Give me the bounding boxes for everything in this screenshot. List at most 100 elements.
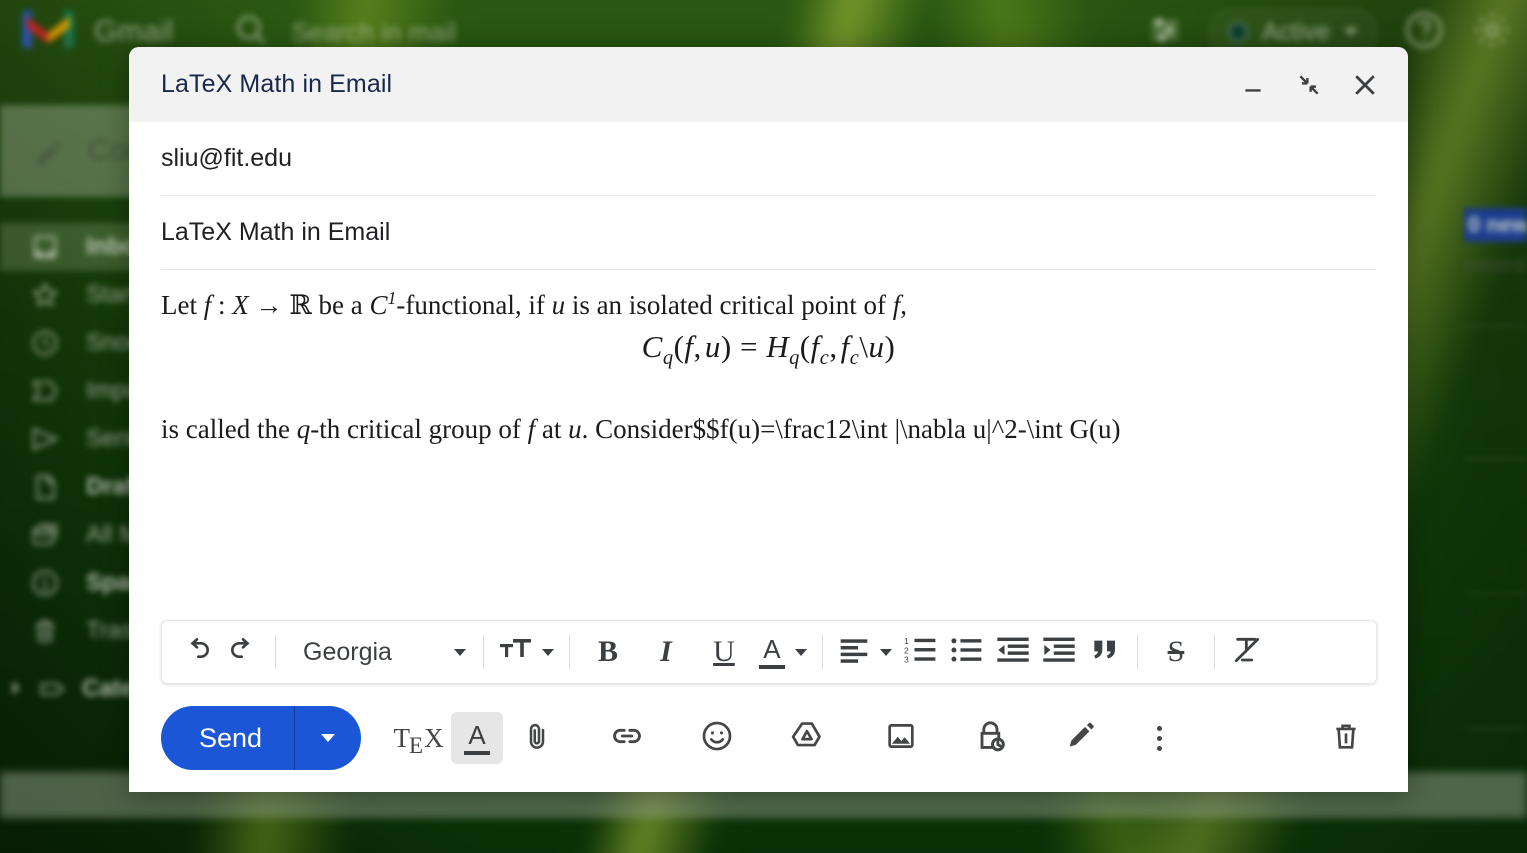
compose-tool-icons: TEX A bbox=[387, 712, 1189, 764]
strikethrough-button[interactable]: S bbox=[1147, 629, 1205, 675]
eq-f1: f bbox=[684, 328, 694, 364]
body-paragraph-1: Let f : X → ℝ be a C1-functional, if u i… bbox=[161, 288, 1376, 323]
mail-row-snippet-dots: . bbox=[1466, 486, 1476, 516]
font-family-selector[interactable]: Georgia bbox=[285, 638, 474, 667]
text-comma: , bbox=[900, 290, 907, 320]
toolbar-divider bbox=[1213, 635, 1215, 669]
text-color-button[interactable]: A bbox=[753, 629, 813, 675]
insert-emoji-button[interactable] bbox=[691, 712, 743, 764]
unread-count-badge: 0 new bbox=[1464, 208, 1527, 242]
insert-photo-button[interactable] bbox=[875, 712, 927, 764]
font-size-icon bbox=[499, 635, 533, 670]
underline-label: U bbox=[713, 635, 735, 668]
bold-button[interactable]: B bbox=[579, 629, 637, 675]
insert-drive-file-button[interactable] bbox=[781, 712, 833, 764]
svg-text:3: 3 bbox=[904, 654, 909, 664]
formatting-options-button[interactable]: A bbox=[451, 712, 504, 764]
text-functional: -functional, if bbox=[396, 290, 545, 320]
block-quote-button[interactable] bbox=[1082, 629, 1128, 675]
compose-window-title: LaTeX Math in Email bbox=[161, 70, 393, 98]
exit-full-screen-button[interactable] bbox=[1288, 64, 1330, 106]
text-qth-group: -th critical group of bbox=[310, 414, 521, 445]
label-important-icon bbox=[30, 376, 60, 406]
mail-row-divider bbox=[1464, 458, 1527, 459]
increase-indent-button[interactable] bbox=[1036, 629, 1082, 675]
draft-file-icon bbox=[30, 472, 60, 502]
subject-field[interactable]: LaTeX Math in Email bbox=[161, 196, 1376, 270]
eq-u1: u bbox=[704, 328, 721, 364]
toolbar-divider bbox=[482, 635, 484, 669]
status-indicator-dot bbox=[1227, 22, 1248, 42]
eq-open-paren: ( bbox=[673, 328, 685, 364]
search-placeholder-text: Search in mail bbox=[291, 16, 457, 47]
chevron-right-icon[interactable] bbox=[8, 675, 24, 703]
paperclip-icon bbox=[521, 720, 553, 757]
eq-close-paren: ) bbox=[720, 328, 732, 364]
compose-window-controls bbox=[1232, 64, 1386, 106]
align-button[interactable] bbox=[832, 629, 898, 675]
math-f: f bbox=[203, 290, 212, 320]
minimize-button[interactable] bbox=[1232, 64, 1274, 106]
formatting-toolbar: Georgia B I U A 1 2 3 S bbox=[161, 620, 1377, 684]
discard-draft-button[interactable] bbox=[1320, 712, 1372, 764]
gmail-m-logo bbox=[22, 9, 74, 55]
star-icon bbox=[30, 280, 60, 310]
format-A-label: A bbox=[468, 719, 486, 750]
send-button[interactable]: Send bbox=[161, 723, 294, 754]
send-button-group[interactable]: Send bbox=[161, 706, 362, 770]
message-body-editor[interactable]: Let f : X → ℝ be a C1-functional, if u i… bbox=[161, 270, 1376, 620]
math-X: X bbox=[232, 290, 249, 320]
trash-icon bbox=[30, 616, 60, 646]
underline-button[interactable]: U bbox=[695, 629, 753, 675]
recipient-value: sliu@fit.edu bbox=[161, 144, 292, 172]
math-colon: : bbox=[218, 290, 226, 320]
text-be-a: be a bbox=[318, 290, 363, 320]
clock-icon bbox=[30, 328, 60, 358]
remove-formatting-icon bbox=[1230, 634, 1264, 671]
more-options-button[interactable] bbox=[1133, 712, 1185, 764]
latex-tex-button[interactable]: TEX bbox=[391, 712, 444, 764]
label-tag-icon bbox=[38, 674, 68, 704]
undo-button[interactable] bbox=[174, 629, 220, 675]
send-options-button[interactable] bbox=[295, 734, 361, 742]
toolbar-divider bbox=[275, 635, 276, 669]
numbered-list-button[interactable]: 1 2 3 bbox=[898, 629, 944, 675]
chevron-down-icon bbox=[541, 648, 554, 656]
insert-link-button[interactable] bbox=[601, 712, 653, 764]
attach-file-button[interactable] bbox=[511, 712, 563, 764]
inbox-icon bbox=[30, 232, 60, 262]
toolbar-divider bbox=[821, 635, 823, 669]
font-size-selector[interactable] bbox=[493, 629, 560, 675]
remove-formatting-button[interactable] bbox=[1224, 629, 1270, 675]
trash-discard-icon bbox=[1329, 719, 1363, 758]
chevron-down-icon bbox=[321, 734, 336, 742]
undo-arrow-icon bbox=[181, 634, 213, 671]
help-circle-icon[interactable] bbox=[1403, 9, 1445, 56]
formatting-options-A-icon: A bbox=[464, 719, 491, 755]
confidential-mode-button[interactable] bbox=[965, 712, 1017, 764]
insert-signature-button[interactable] bbox=[1055, 712, 1107, 764]
italic-label: I bbox=[660, 635, 672, 668]
align-left-icon bbox=[838, 635, 870, 670]
chevron-down-icon bbox=[1344, 28, 1358, 36]
gear-icon[interactable] bbox=[1471, 9, 1513, 56]
mail-row-divider bbox=[1464, 728, 1527, 729]
recipient-field[interactable]: sliu@fit.edu bbox=[161, 122, 1376, 196]
bulleted-list-button[interactable] bbox=[944, 629, 990, 675]
italic-button[interactable]: I bbox=[637, 629, 695, 675]
eq-comma2: , bbox=[829, 328, 838, 364]
math-u: u bbox=[551, 290, 566, 320]
decrease-indent-button[interactable] bbox=[990, 629, 1036, 675]
text-color-A-icon: A bbox=[758, 636, 785, 669]
mail-row-date-text: esterday bbox=[1464, 252, 1527, 277]
toolbar-divider bbox=[1136, 635, 1138, 669]
redo-button[interactable] bbox=[220, 629, 266, 675]
text-consider: . Consider bbox=[581, 414, 693, 445]
more-options-vertical-dots-icon bbox=[1156, 725, 1162, 751]
math-q: q bbox=[296, 414, 311, 445]
body-paragraph-2: is called the q-th critical group of f a… bbox=[161, 414, 1376, 445]
insert-signature-pen-icon bbox=[1064, 719, 1098, 758]
close-button[interactable] bbox=[1344, 64, 1386, 106]
compose-window-header: LaTeX Math in Email bbox=[129, 47, 1408, 122]
text-is-called: is called the bbox=[161, 414, 290, 445]
